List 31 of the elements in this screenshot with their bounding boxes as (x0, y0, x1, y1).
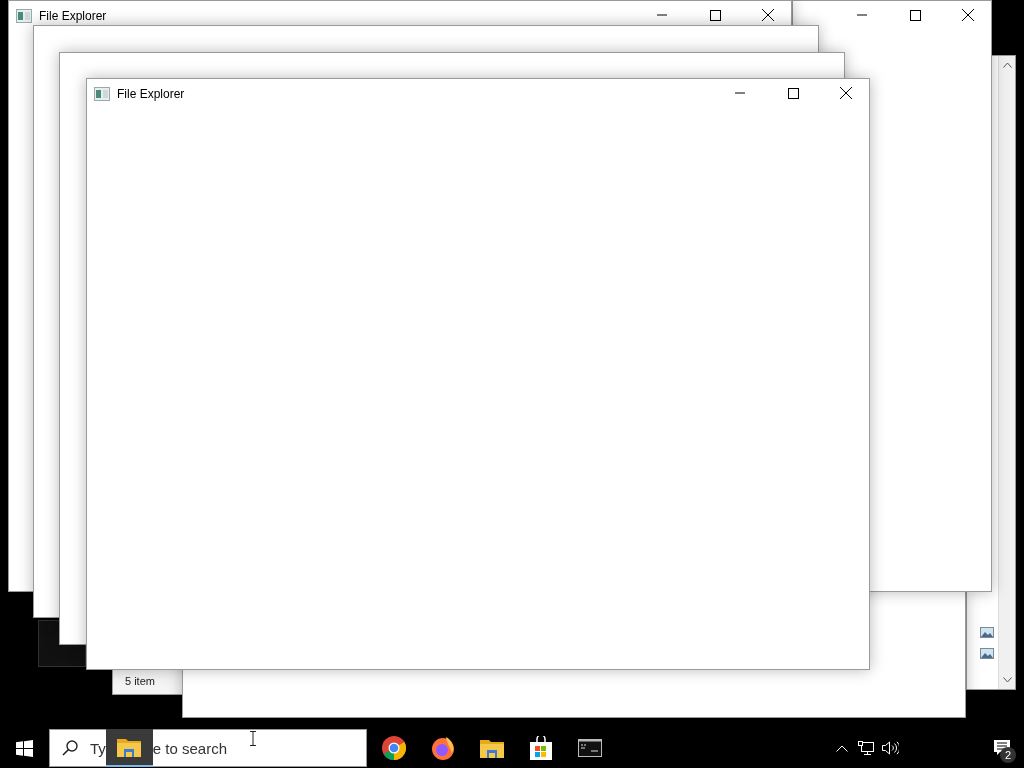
window-app-icon (94, 87, 110, 101)
store-icon (528, 736, 553, 760)
windows-logo-icon (16, 739, 33, 757)
close-icon (962, 9, 974, 21)
notifications-button[interactable]: 2 (980, 728, 1024, 768)
search-placeholder: e to search (152, 739, 228, 757)
image-file-icon (980, 627, 994, 638)
search-icon (62, 740, 78, 756)
browser-icon (380, 735, 407, 761)
status-text: 5 item (125, 675, 155, 687)
maximize-icon (787, 87, 799, 99)
folder-icon (479, 738, 504, 758)
fox-browser-icon (429, 735, 456, 761)
close-icon (840, 87, 852, 99)
folder-icon (117, 737, 142, 757)
maximize-icon (909, 9, 921, 21)
scroll-down-icon[interactable] (1002, 677, 1012, 683)
close-icon (762, 9, 774, 21)
search-field[interactable]: Ty e to search (49, 729, 367, 767)
terminal-icon (577, 739, 602, 757)
notification-count: 2 (1000, 747, 1016, 763)
scroll-up-icon[interactable] (1002, 62, 1012, 68)
window-title: File Explorer (117, 87, 185, 101)
window-app-icon (16, 9, 32, 23)
maximize-icon (709, 9, 721, 21)
chevron-up-icon (836, 744, 848, 752)
dragged-folder-tile[interactable] (105, 729, 153, 767)
search-placeholder: Ty (90, 739, 106, 757)
window-title: File Explorer (39, 9, 107, 23)
image-file-icon (980, 648, 994, 659)
text-cursor-icon (249, 730, 258, 746)
